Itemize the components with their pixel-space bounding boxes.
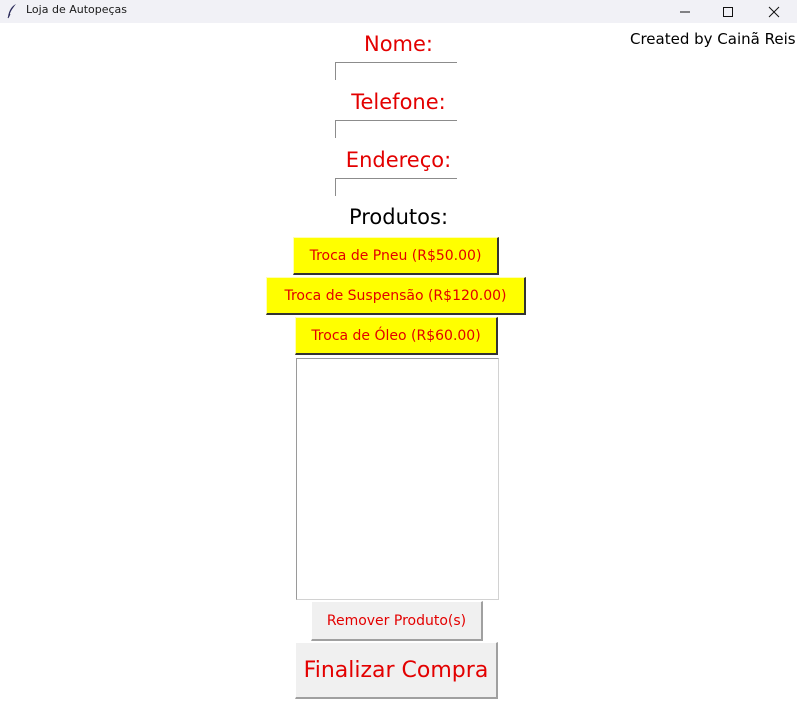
maximize-icon [723,7,733,17]
minimize-icon [680,11,690,13]
close-button[interactable] [751,0,797,23]
phone-field[interactable] [335,120,457,138]
suspension-change-button[interactable]: Troca de Suspensão (R$120.00) [266,277,526,315]
remove-products-button[interactable]: Remover Produto(s) [311,601,483,641]
tire-change-button[interactable]: Troca de Pneu (R$50.00) [293,237,499,275]
address-field[interactable] [335,178,457,196]
maximize-button[interactable] [705,0,751,23]
minimize-button[interactable] [662,0,708,23]
name-label: Nome: [363,32,433,56]
address-label: Endereço: [345,148,452,172]
checkout-button[interactable]: Finalizar Compra [295,642,498,699]
oil-change-button[interactable]: Troca de Óleo (R$60.00) [295,317,498,355]
window-title: Loja de Autopeças [26,3,128,16]
close-icon [768,6,780,18]
selected-products-list[interactable] [296,358,499,600]
products-title: Produtos: [348,205,449,229]
title-bar: Loja de Autopeças [0,0,797,23]
phone-label: Telefone: [351,90,446,114]
name-field[interactable] [335,62,457,80]
feather-icon [7,4,16,19]
